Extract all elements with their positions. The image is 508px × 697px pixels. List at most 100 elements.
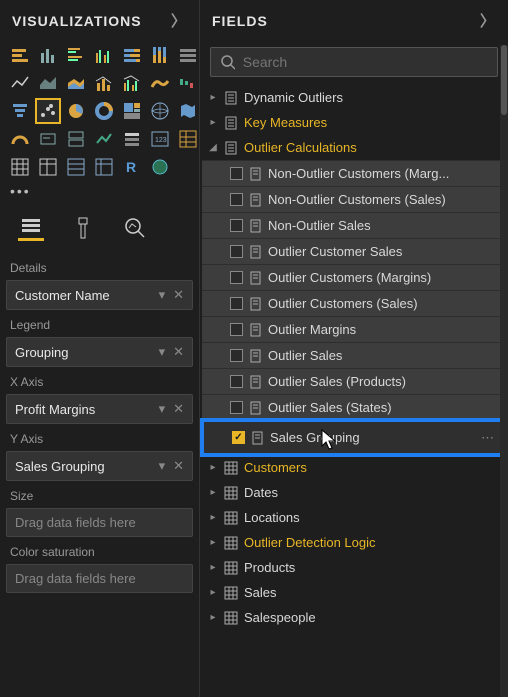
checkbox[interactable] <box>230 323 243 336</box>
chevron-down-icon[interactable]: ▾ <box>159 344 166 360</box>
matrix-viz-icon[interactable] <box>36 155 60 179</box>
stacked-bar-100-icon[interactable] <box>120 43 144 67</box>
pie-chart-icon[interactable] <box>64 99 88 123</box>
caret-right-icon[interactable]: ▸ <box>208 512 218 523</box>
table-row[interactable]: ▸Key Measures <box>202 110 506 135</box>
column-row[interactable]: Non-Outlier Customers (Marg... <box>202 160 506 186</box>
xaxis-well[interactable]: Profit Margins ▾✕ <box>6 394 193 424</box>
table-alt-icon[interactable] <box>64 155 88 179</box>
chevron-down-icon[interactable]: ▾ <box>159 287 166 303</box>
checkbox[interactable] <box>230 245 243 258</box>
checkbox[interactable] <box>230 271 243 284</box>
checkbox[interactable] <box>230 219 243 232</box>
fields-tab-icon[interactable] <box>18 215 44 241</box>
checkbox[interactable] <box>230 375 243 388</box>
stacked-bar-icon[interactable] <box>8 43 32 67</box>
line-chart-icon[interactable] <box>8 71 32 95</box>
filled-map-icon[interactable] <box>176 99 200 123</box>
checkbox[interactable] <box>230 401 243 414</box>
clustered-bar-icon[interactable] <box>64 43 88 67</box>
remove-icon[interactable]: ✕ <box>173 344 184 360</box>
size-well[interactable]: Drag data fields here <box>6 508 193 537</box>
column-row[interactable]: Sales Grouping⋯ <box>202 420 506 455</box>
column-row[interactable]: Outlier Customers (Margins) <box>202 264 506 290</box>
column-row[interactable]: Outlier Sales (States) <box>202 394 506 420</box>
caret-right-icon[interactable]: ▸ <box>208 537 218 548</box>
stacked-column-icon[interactable] <box>36 43 60 67</box>
table-viz-icon[interactable] <box>8 155 32 179</box>
scatter-chart-icon[interactable] <box>36 99 60 123</box>
table-row[interactable]: ▸Outlier Detection Logic <box>202 530 506 555</box>
table-row[interactable]: ▸Salespeople <box>202 605 506 630</box>
table-row[interactable]: ▸Customers <box>202 455 506 480</box>
table-row[interactable]: ▸Dynamic Outliers <box>202 85 506 110</box>
multi-row-card-icon[interactable] <box>64 127 88 151</box>
donut-chart-icon[interactable] <box>92 99 116 123</box>
caret-right-icon[interactable]: ▸ <box>208 117 218 128</box>
column-row[interactable]: Outlier Customers (Sales) <box>202 290 506 316</box>
waterfall-icon[interactable] <box>176 71 200 95</box>
clustered-column-icon[interactable] <box>92 43 116 67</box>
caret-right-icon[interactable]: ▸ <box>208 92 218 103</box>
matrix-icon[interactable] <box>176 127 200 151</box>
table-row[interactable]: ▸Locations <box>202 505 506 530</box>
yaxis-well[interactable]: Sales Grouping ▾✕ <box>6 451 193 481</box>
stacked-area-icon[interactable] <box>64 71 88 95</box>
collapse-icon[interactable]: 〉 <box>480 10 496 31</box>
scrollbar-thumb[interactable] <box>501 45 507 115</box>
caret-right-icon[interactable]: ▸ <box>208 612 218 623</box>
slicer-icon[interactable] <box>120 127 144 151</box>
checkbox[interactable] <box>230 297 243 310</box>
search-input[interactable] <box>243 54 487 70</box>
column-row[interactable]: Non-Outlier Sales <box>202 212 506 238</box>
scrollbar[interactable] <box>500 45 508 697</box>
checkbox[interactable] <box>232 431 245 444</box>
table-123-icon[interactable]: 123 <box>148 127 172 151</box>
kpi-icon[interactable] <box>92 127 116 151</box>
table-row[interactable]: ▸Dates <box>202 480 506 505</box>
table-row[interactable]: ◢Outlier Calculations <box>202 135 506 160</box>
chevron-down-icon[interactable]: ▾ <box>159 458 166 474</box>
chevron-down-icon[interactable]: ▾ <box>159 401 166 417</box>
legend-well[interactable]: Grouping ▾✕ <box>6 337 193 367</box>
table-row[interactable]: ▸Products <box>202 555 506 580</box>
remove-icon[interactable]: ✕ <box>173 287 184 303</box>
colorsat-well[interactable]: Drag data fields here <box>6 564 193 593</box>
r-visual-icon[interactable]: R <box>120 155 144 179</box>
caret-right-icon[interactable]: ▸ <box>208 562 218 573</box>
more-visuals-icon[interactable]: ••• <box>0 183 199 205</box>
ribbon-chart-icon[interactable] <box>148 71 172 95</box>
more-icon[interactable]: ⋯ <box>481 430 494 446</box>
arcgis-icon[interactable] <box>148 155 172 179</box>
table-row[interactable]: ▸Sales <box>202 580 506 605</box>
matrix-alt-icon[interactable] <box>92 155 116 179</box>
line-clustered-column-icon[interactable] <box>120 71 144 95</box>
analytics-tab-icon[interactable] <box>122 215 148 241</box>
map-icon[interactable] <box>148 99 172 123</box>
area-chart-icon[interactable] <box>36 71 60 95</box>
checkbox[interactable] <box>230 349 243 362</box>
caret-right-icon[interactable]: ▸ <box>208 487 218 498</box>
column-row[interactable]: Non-Outlier Customers (Sales) <box>202 186 506 212</box>
caret-right-icon[interactable]: ▸ <box>208 587 218 598</box>
column-row[interactable]: Outlier Customer Sales <box>202 238 506 264</box>
checkbox[interactable] <box>230 167 243 180</box>
details-well[interactable]: Customer Name ▾✕ <box>6 280 193 310</box>
checkbox[interactable] <box>230 193 243 206</box>
column-row[interactable]: Outlier Sales (Products) <box>202 368 506 394</box>
format-tab-icon[interactable] <box>70 215 96 241</box>
card-icon[interactable] <box>36 127 60 151</box>
line-stacked-column-icon[interactable] <box>92 71 116 95</box>
collapse-icon[interactable]: 〉 <box>171 10 187 31</box>
treemap-icon[interactable] <box>120 99 144 123</box>
column-row[interactable]: Outlier Margins <box>202 316 506 342</box>
caret-down-icon[interactable]: ◢ <box>208 142 218 153</box>
100-bar-icon[interactable] <box>176 43 200 67</box>
stacked-column-100-icon[interactable] <box>148 43 172 67</box>
gauge-icon[interactable] <box>8 127 32 151</box>
remove-icon[interactable]: ✕ <box>173 401 184 417</box>
remove-icon[interactable]: ✕ <box>173 458 184 474</box>
search-box[interactable] <box>210 47 498 77</box>
funnel-icon[interactable] <box>8 99 32 123</box>
caret-right-icon[interactable]: ▸ <box>208 462 218 473</box>
